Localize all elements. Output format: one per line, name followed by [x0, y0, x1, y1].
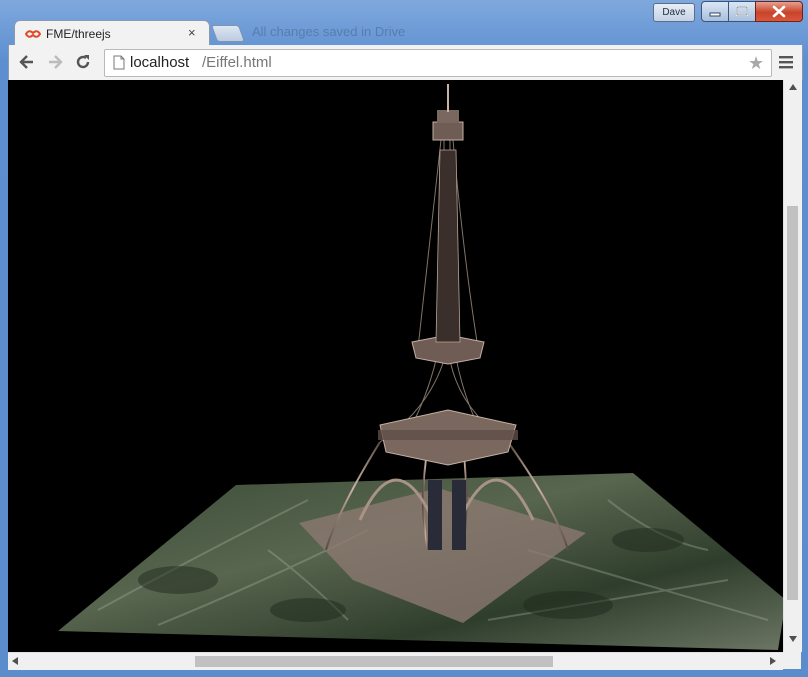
- minimize-icon: [709, 12, 721, 17]
- browser-window: All changes saved in Drive Dave FME/thre…: [0, 0, 808, 677]
- close-icon: [772, 5, 786, 18]
- scroll-left-arrow-icon[interactable]: [12, 657, 18, 665]
- scroll-down-arrow-icon[interactable]: [789, 636, 797, 642]
- new-tab-button[interactable]: [210, 25, 246, 42]
- eiffel-tower-scene: [58, 84, 783, 650]
- minimize-button[interactable]: [701, 1, 729, 22]
- toolbar: localhost /Eiffel.html ★: [8, 45, 803, 80]
- tab-close-button[interactable]: ×: [188, 26, 196, 40]
- horizontal-scrollbar[interactable]: [8, 652, 783, 670]
- vertical-scrollbar[interactable]: [783, 80, 802, 652]
- hamburger-menu-icon[interactable]: [779, 55, 793, 69]
- forward-arrow-icon[interactable]: [45, 52, 65, 72]
- reload-icon[interactable]: [73, 52, 93, 72]
- horizontal-scroll-thumb[interactable]: [195, 656, 553, 667]
- profile-badge[interactable]: Dave: [653, 3, 695, 22]
- background-tab-caption: All changes saved in Drive: [252, 24, 406, 39]
- vertical-scroll-thumb[interactable]: [787, 206, 798, 600]
- maximize-button[interactable]: [728, 1, 756, 22]
- restore-icon: [736, 6, 748, 16]
- scrollbar-corner: [783, 652, 801, 669]
- page-icon: [113, 55, 125, 70]
- url-host: localhost: [130, 54, 190, 71]
- back-arrow-icon[interactable]: [17, 52, 37, 72]
- address-bar[interactable]: localhost /Eiffel.html ★: [104, 49, 772, 77]
- scroll-right-arrow-icon[interactable]: [770, 657, 776, 665]
- close-window-button[interactable]: [755, 1, 803, 22]
- scroll-up-arrow-icon[interactable]: [789, 84, 797, 90]
- tab-fme-threejs[interactable]: FME/threejs ×: [14, 20, 210, 48]
- webgl-canvas[interactable]: [8, 80, 783, 652]
- tab-title: FME/threejs: [46, 27, 111, 41]
- fme-logo-icon: [25, 30, 41, 38]
- url-path: /Eiffel.html: [202, 54, 272, 71]
- bookmark-star-icon[interactable]: ★: [748, 53, 764, 74]
